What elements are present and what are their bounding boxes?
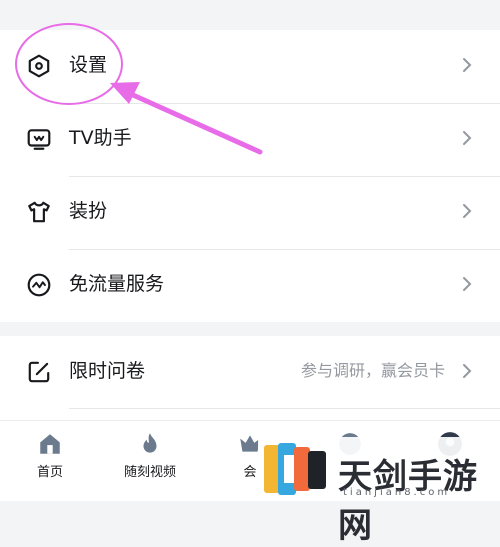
menu-item-dress-up[interactable]: 装扮: [0, 176, 500, 248]
survey-subtitle: 参与调研，赢会员卡: [300, 361, 445, 380]
menu-item-label: 免流量服务: [69, 273, 165, 295]
tab-label: 随刻视频: [123, 465, 176, 480]
settings-menu-card: 设置 TV助手 装扮 免流量服务: [0, 30, 500, 322]
menu-item-settings[interactable]: 设置: [0, 30, 500, 102]
tab-suike-video[interactable]: 随刻视频: [100, 421, 200, 501]
hexagon-settings-icon: [28, 54, 50, 78]
menu-item-tv-assistant[interactable]: TV助手: [0, 103, 500, 175]
chevron-right-icon: [463, 204, 472, 218]
tv-icon: [27, 129, 51, 150]
watermark-text: 天剑手游网: [338, 457, 478, 546]
menu-item-label: TV助手: [69, 127, 132, 149]
menu-item-label: 设置: [69, 54, 108, 76]
chevron-right-icon: [463, 364, 472, 378]
divider: [69, 408, 500, 409]
menu-item-label: 装扮: [69, 200, 108, 222]
menu-item-free-data[interactable]: 免流量服务: [0, 249, 500, 321]
menu-item-survey[interactable]: 限时问卷 参与调研，赢会员卡: [0, 336, 500, 408]
menu-item-label: 限时问卷: [69, 360, 146, 382]
tab-home[interactable]: 首页: [0, 421, 100, 501]
chevron-right-icon: [463, 277, 472, 291]
watermark-subtext: tianjian8.com: [343, 487, 451, 498]
traffic-wave-icon: [27, 273, 51, 297]
chevron-right-icon: [463, 58, 472, 72]
fire-icon: [143, 433, 157, 453]
survey-menu-card: 限时问卷 参与调研，赢会员卡: [0, 336, 500, 426]
tab-label: 首页: [36, 465, 63, 480]
edit-square-icon: [28, 361, 50, 383]
chevron-right-icon: [463, 131, 472, 145]
home-icon: [40, 434, 60, 454]
tshirt-icon: [28, 201, 50, 223]
